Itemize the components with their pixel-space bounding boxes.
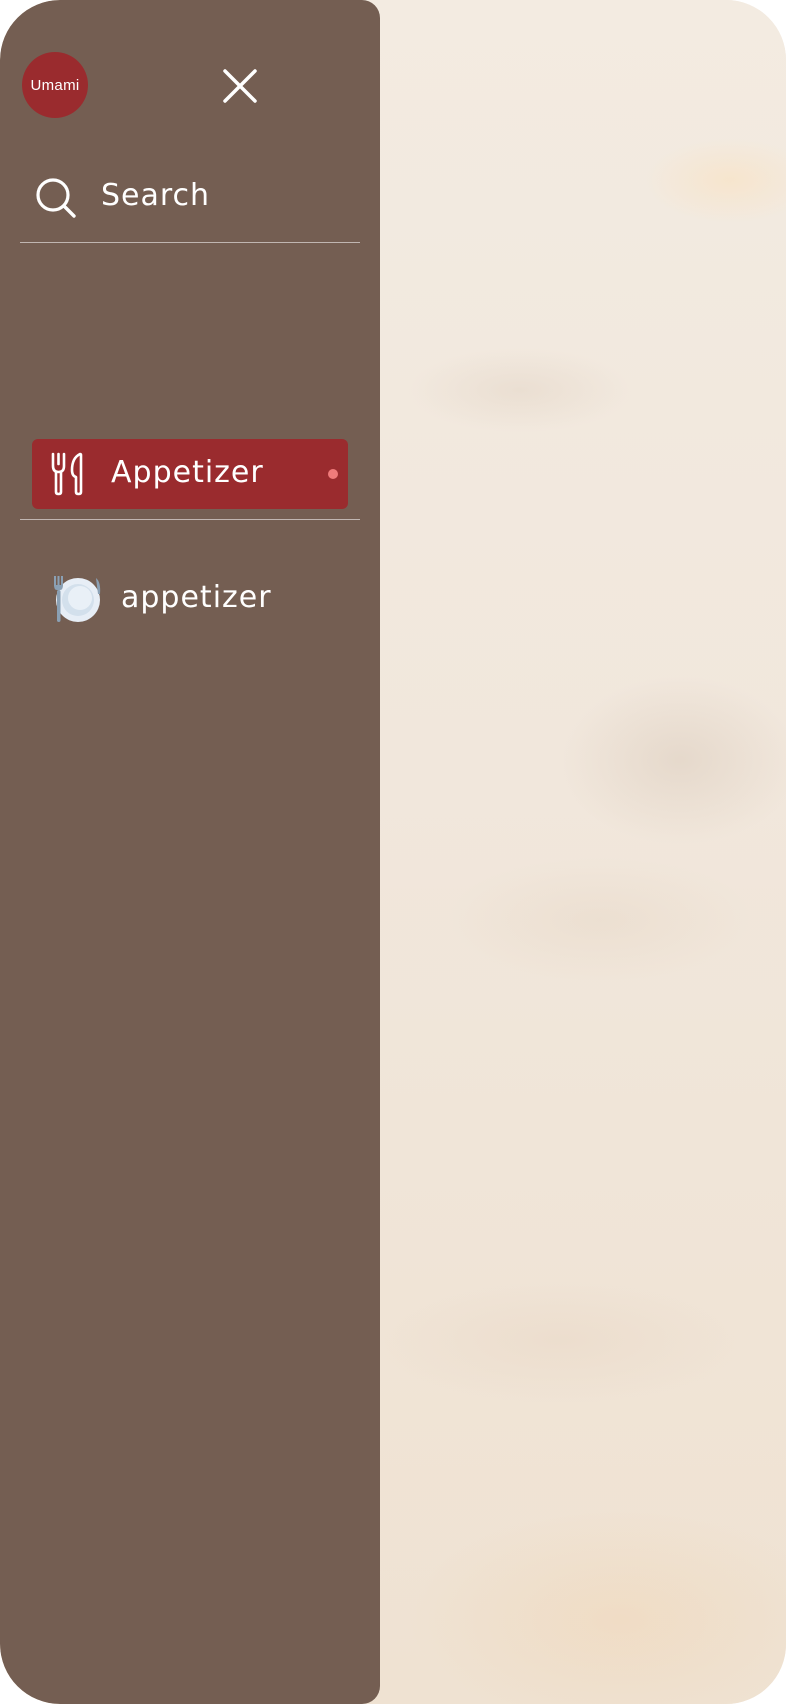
close-button[interactable]	[218, 64, 262, 108]
search-field[interactable]: Search	[20, 164, 360, 243]
side-drawer: Umami Search Appetizer appetizer	[0, 0, 380, 1704]
category-label: Appetizer	[111, 455, 264, 490]
active-indicator-dot	[328, 469, 338, 479]
search-icon	[36, 178, 76, 218]
fork-knife-icon	[51, 452, 83, 496]
umami-logo: Umami	[22, 52, 88, 118]
search-label: Search	[101, 178, 211, 213]
list-item-appetizer[interactable]: appetizer	[50, 568, 350, 628]
close-icon	[223, 69, 257, 103]
list-item-label: appetizer	[121, 580, 272, 615]
plate-with-cutlery-icon	[54, 576, 101, 622]
category-appetizer[interactable]: Appetizer	[32, 439, 348, 509]
app-screen: Umami Search Appetizer appetizer	[0, 0, 786, 1704]
divider	[20, 519, 360, 520]
logo-text: Umami	[30, 76, 80, 94]
